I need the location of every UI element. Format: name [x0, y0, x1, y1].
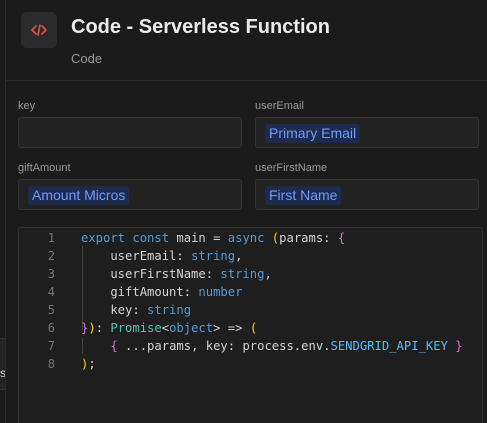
line-number: 5	[47, 303, 55, 317]
code-text: key: string	[81, 303, 192, 317]
code-line[interactable]: 3 userFirstName: string,	[19, 265, 482, 283]
code-line[interactable]: 7 { ...params, key: process.env.SENDGRID…	[19, 337, 482, 355]
key-label: key	[18, 100, 36, 112]
code-line[interactable]: 6 }): Promise<object> => (	[19, 319, 482, 337]
code-text: );	[81, 357, 96, 371]
line-number: 2	[47, 249, 55, 263]
code-text: giftAmount: number	[81, 285, 243, 299]
user-email-label: userEmail	[255, 100, 304, 112]
code-line[interactable]: 1 export const main = async (params: {	[19, 229, 482, 247]
gift-amount-label: giftAmount	[18, 162, 71, 174]
code-text: userFirstName: string,	[81, 267, 272, 281]
code-line[interactable]: 5 key: string	[19, 301, 482, 319]
primary-email-variable-chip[interactable]: Primary Email	[265, 124, 361, 143]
amount-micros-variable-chip[interactable]: Amount Micros	[28, 186, 130, 205]
code-text: export const main = async (params: {	[81, 231, 346, 245]
line-number: 3	[47, 267, 55, 281]
key-input[interactable]	[18, 117, 242, 148]
user-first-name-label: userFirstName	[255, 162, 328, 174]
code-text: userEmail: string,	[81, 249, 243, 263]
code-line[interactable]: 2 userEmail: string,	[19, 247, 482, 265]
code-line[interactable]: 4 giftAmount: number	[19, 283, 482, 301]
code-brackets-icon	[21, 12, 57, 48]
side-panel: Code - Serverless Function Code key user…	[5, 0, 487, 423]
code-text: }): Promise<object> => (	[81, 321, 258, 335]
line-number: 4	[47, 285, 55, 299]
code-text: { ...params, key: process.env.SENDGRID_A…	[110, 339, 463, 353]
line-number: 1	[47, 231, 55, 245]
panel-subtitle: Code	[71, 51, 103, 66]
first-name-variable-chip[interactable]: First Name	[265, 186, 342, 205]
user-first-name-input[interactable]: First Name	[255, 179, 479, 210]
line-number: 8	[47, 357, 55, 371]
gift-amount-input[interactable]: Amount Micros	[18, 179, 242, 210]
code-editor[interactable]: 1 export const main = async (params: { 2…	[18, 227, 483, 423]
user-email-input[interactable]: Primary Email	[255, 117, 479, 148]
page: s Code - Serverless Function Code key us…	[0, 0, 487, 423]
panel-header: Code - Serverless Function Code	[6, 0, 487, 81]
code-line[interactable]: 8 );	[19, 355, 482, 373]
line-number: 7	[47, 339, 55, 353]
line-number: 6	[47, 321, 55, 335]
panel-title: Code - Serverless Function	[71, 16, 330, 38]
